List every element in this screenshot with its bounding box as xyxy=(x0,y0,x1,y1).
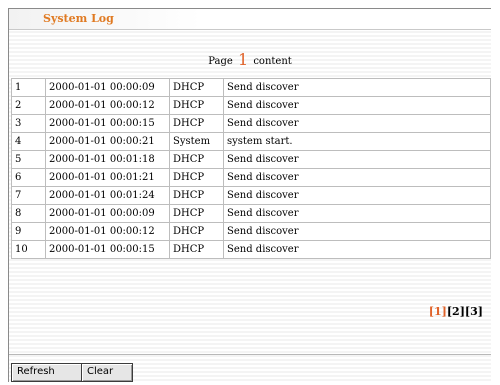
table-row: 9 2000-01-01 00:00:12 DHCP Send discover xyxy=(11,222,491,241)
table-row: 4 2000-01-01 00:00:21 System system start. xyxy=(11,132,491,151)
page-prefix: Page xyxy=(208,56,233,67)
log-message-cell: Send discover xyxy=(223,150,491,169)
log-index-cell: 9 xyxy=(11,222,46,241)
log-message-cell: Send discover xyxy=(223,78,491,97)
clear-button[interactable]: Clear xyxy=(81,363,133,382)
current-page-number: 1 xyxy=(237,50,249,69)
log-message-cell: Send discover xyxy=(223,222,491,241)
table-row: 2 2000-01-01 00:00:12 DHCP Send discover xyxy=(11,96,491,115)
log-message-cell: Send discover xyxy=(223,204,491,223)
divider xyxy=(9,354,491,355)
table-row: 5 2000-01-01 00:01:18 DHCP Send discover xyxy=(11,150,491,169)
pagination: [1][2][3] xyxy=(429,305,483,318)
log-index-cell: 7 xyxy=(11,186,46,205)
table-row: 7 2000-01-01 00:01:24 DHCP Send discover xyxy=(11,186,491,205)
log-message-cell: Send discover xyxy=(223,168,491,187)
page-suffix: content xyxy=(253,56,292,67)
log-type-cell: DHCP xyxy=(169,114,224,133)
log-time-cell: 2000-01-01 00:01:18 xyxy=(45,150,170,169)
log-time-cell: 2000-01-01 00:00:12 xyxy=(45,222,170,241)
log-message-cell: Send discover xyxy=(223,114,491,133)
log-type-cell: DHCP xyxy=(169,204,224,223)
log-index-cell: 1 xyxy=(11,78,46,97)
log-time-cell: 2000-01-01 00:00:21 xyxy=(45,132,170,151)
log-type-cell: DHCP xyxy=(169,150,224,169)
log-time-cell: 2000-01-01 00:00:15 xyxy=(45,240,170,259)
log-type-cell: DHCP xyxy=(169,78,224,97)
log-message-cell: Send discover xyxy=(223,240,491,259)
log-time-cell: 2000-01-01 00:01:24 xyxy=(45,186,170,205)
log-time-cell: 2000-01-01 00:00:09 xyxy=(45,204,170,223)
log-index-cell: 10 xyxy=(11,240,46,259)
log-type-cell: DHCP xyxy=(169,222,224,241)
log-message-cell: system start. xyxy=(223,132,491,151)
log-time-cell: 2000-01-01 00:00:15 xyxy=(45,114,170,133)
log-index-cell: 4 xyxy=(11,132,46,151)
log-table-body: 1 2000-01-01 00:00:09 DHCP Send discover 2 20… xyxy=(11,78,491,259)
log-message-cell: Send discover xyxy=(223,96,491,115)
title-bar: System Log xyxy=(9,9,491,30)
log-time-cell: 2000-01-01 00:00:09 xyxy=(45,78,170,97)
log-type-cell: DHCP xyxy=(169,168,224,187)
log-index-cell: 8 xyxy=(11,204,46,223)
log-type-cell: DHCP xyxy=(169,240,224,259)
log-type-cell: DHCP xyxy=(169,96,224,115)
table-row: 6 2000-01-01 00:01:21 DHCP Send discover xyxy=(11,168,491,187)
page-title: System Log xyxy=(43,12,114,25)
log-type-cell: DHCP xyxy=(169,186,224,205)
log-index-cell: 3 xyxy=(11,114,46,133)
log-time-cell: 2000-01-01 00:01:21 xyxy=(45,168,170,187)
table-row: 8 2000-01-01 00:00:09 DHCP Send discover xyxy=(11,204,491,223)
table-row: 10 2000-01-01 00:00:15 DHCP Send discover xyxy=(11,240,491,259)
log-index-cell: 5 xyxy=(11,150,46,169)
page-link-3[interactable]: [3] xyxy=(465,305,483,318)
log-time-cell: 2000-01-01 00:00:12 xyxy=(45,96,170,115)
table-row: 3 2000-01-01 00:00:15 DHCP Send discover xyxy=(11,114,491,133)
page-indicator: Page 1 content xyxy=(9,50,491,69)
log-index-cell: 6 xyxy=(11,168,46,187)
table-row: 1 2000-01-01 00:00:09 DHCP Send discover xyxy=(11,78,491,97)
page-link-2[interactable]: [2] xyxy=(447,305,465,318)
log-index-cell: 2 xyxy=(11,96,46,115)
system-log-panel: System Log Page 1 content 1 2000-01-01 00… xyxy=(8,8,491,382)
log-message-cell: Send discover xyxy=(223,186,491,205)
log-table: 1 2000-01-01 00:00:09 DHCP Send discover 2 20… xyxy=(11,78,491,259)
refresh-button[interactable]: Refresh xyxy=(11,363,83,382)
page-link-1[interactable]: [1] xyxy=(429,305,447,318)
log-type-cell: System xyxy=(169,132,224,151)
